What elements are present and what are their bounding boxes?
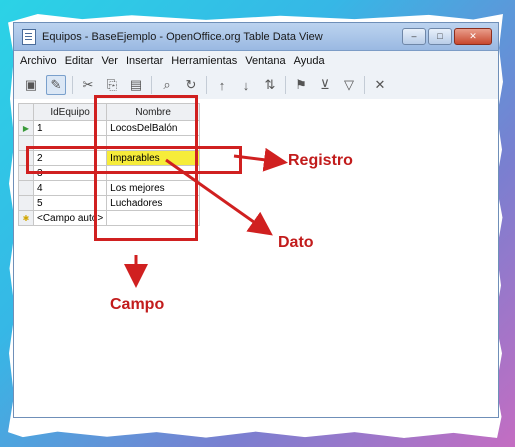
annotation-arrows: [124, 147, 288, 288]
registro-label: Registro: [288, 152, 353, 169]
dato-label: Dato: [278, 234, 314, 251]
campo-label: Campo: [110, 296, 165, 313]
dato-arrow: [165, 158, 273, 236]
registro-arrow: [233, 147, 288, 172]
